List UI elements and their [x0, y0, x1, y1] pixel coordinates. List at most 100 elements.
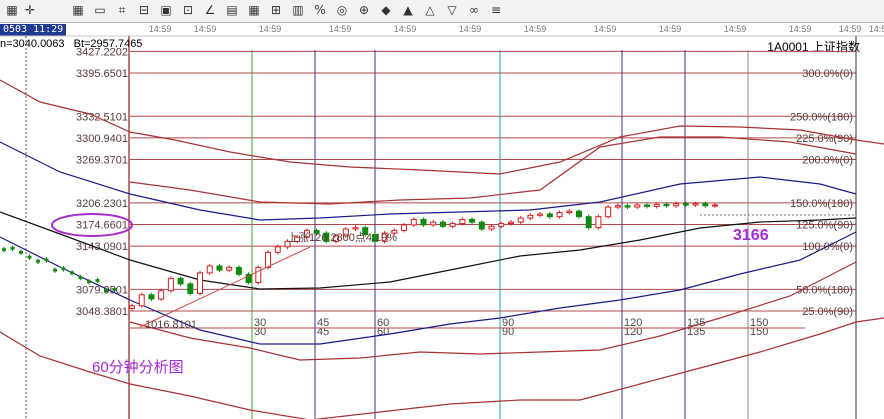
percent-level-label: 200.0%(0) — [802, 155, 853, 167]
toolbar-icon-9[interactable]: ▦ — [246, 2, 262, 18]
candle-body — [653, 203, 660, 207]
crosshair-icon[interactable]: ✛ — [22, 2, 38, 18]
candle-body — [614, 205, 621, 208]
time-tick-label: 14:59 — [524, 24, 547, 34]
percent-level-label: 50.0%(180) — [796, 284, 853, 296]
candle-body — [87, 280, 91, 284]
candle-body — [478, 221, 485, 230]
price-level-label: 3174.6601 — [76, 219, 128, 231]
candle-body — [216, 265, 223, 271]
candle-body — [702, 203, 709, 207]
candle-body — [206, 265, 213, 274]
candle-body — [410, 218, 417, 226]
candle-body — [575, 210, 582, 218]
toolbar-icon-18[interactable]: ▽ — [444, 2, 460, 18]
percent-level-label: 150.0%(180) — [790, 198, 853, 210]
percent-level-label: 300.0%(0) — [802, 68, 853, 80]
toolbar-icon-13[interactable]: ◎ — [334, 2, 350, 18]
candle-body — [595, 216, 602, 229]
percent-level-label: 125.0%(90) — [796, 219, 853, 231]
candle-body — [352, 227, 359, 230]
time-tick-label: 14:59 — [394, 24, 417, 34]
time-tick-label: 14:59 — [869, 24, 884, 34]
toolbar-icon-4[interactable]: ⊟ — [136, 2, 152, 18]
candle-body — [556, 212, 563, 218]
candle-body — [712, 204, 718, 207]
candle-body — [566, 210, 573, 214]
toolbar-icon-16[interactable]: ▲ — [400, 2, 416, 18]
candle-body — [78, 276, 83, 280]
price-chart: 3427.22023395.6501 300.0%(0)3332.5101 250.… — [0, 24, 884, 419]
toolbar-icon-3[interactable]: ⌗ — [114, 2, 130, 18]
toolbar-icon-14[interactable]: ⊕ — [356, 2, 372, 18]
candle-body — [449, 223, 456, 227]
toolbar-icon-10[interactable]: ⊞ — [268, 2, 284, 18]
candle-body — [19, 250, 23, 254]
candle-body — [27, 255, 32, 259]
price-level-label: 3269.3701 — [76, 155, 128, 167]
candle-body — [517, 217, 524, 223]
toolbar-icon-12[interactable]: % — [312, 2, 328, 18]
toolbar-icon-8[interactable]: ▤ — [224, 2, 240, 18]
candle-body — [634, 204, 641, 208]
toolbar: ▦ ✛ ▦ ▭ ⌗ ⊟ ▣ ⊡ ∠ ▤ ▦ ⊞ ▥% ◎ ⊕ ◆ ▲ △ ▽ ∞ ≡ — [0, 0, 884, 23]
toolbar-icon-7[interactable]: ∠ — [202, 2, 218, 18]
candle-body — [682, 203, 689, 206]
toolbar-icon-17[interactable]: △ — [422, 2, 438, 18]
toolbar-icon-19[interactable]: ∞ — [466, 2, 482, 18]
time-tick-label: 14:59 — [459, 24, 482, 34]
toolbar-icon-2[interactable]: ▭ — [92, 2, 108, 18]
candle-body — [469, 218, 476, 223]
toolbar-icon-6[interactable]: ⊡ — [180, 2, 196, 18]
time-tick-label: 14:59 — [839, 24, 862, 34]
candle-body — [488, 225, 495, 230]
candle-body — [692, 203, 699, 206]
price-level-label: 3048.3801 — [76, 306, 128, 318]
candle-body — [430, 221, 437, 226]
candle-body — [585, 216, 592, 229]
candle-body — [420, 218, 427, 226]
candle-body — [663, 203, 670, 207]
toolbar-icon-1[interactable]: ▦ — [70, 2, 86, 18]
time-tick-label: 14:59 — [789, 24, 812, 34]
candle-body — [148, 294, 155, 300]
chart-title: 60分钟分析图 — [92, 359, 184, 376]
time-tick-label: 14:59 — [194, 24, 217, 34]
candle-body — [112, 287, 117, 291]
time-tick-label: 14:59 — [659, 24, 682, 34]
time-tick-label: 14:59 — [329, 24, 352, 34]
candle-body — [70, 271, 74, 275]
time-tick-label: 14:59 — [724, 24, 747, 34]
grid-icon[interactable]: ▦ — [4, 2, 20, 18]
candle-body — [167, 277, 174, 292]
percent-level-label: 25.0%(90) — [802, 306, 853, 318]
candle-body — [226, 266, 233, 271]
candle-body — [255, 266, 262, 283]
price-level-label: 3395.6501 — [76, 68, 128, 80]
toolbar-icon-11[interactable]: ▥ — [290, 2, 306, 18]
candle-body — [61, 267, 66, 271]
candle-body — [53, 268, 57, 272]
trend-line — [139, 246, 311, 328]
candle-body — [274, 246, 281, 253]
candle-body — [546, 213, 553, 218]
candle-body — [138, 294, 145, 307]
candle-body — [187, 283, 194, 294]
candle-body — [459, 218, 466, 225]
percent-level-label: 250.0%(180) — [790, 111, 853, 123]
candle-body — [158, 290, 165, 300]
candle-body — [129, 305, 135, 310]
price-level-label: 3427.2202 — [76, 46, 128, 58]
price-level-label: 3300.9401 — [76, 133, 128, 145]
toolbar-icon-5[interactable]: ▣ — [158, 2, 174, 18]
candle-body — [197, 272, 204, 294]
toolbar-icon-20[interactable]: ≡ — [488, 2, 504, 18]
candle-body — [673, 203, 680, 207]
candle-body — [605, 206, 612, 218]
rise-annotation: 上涨126.2800点4.19% — [287, 231, 397, 244]
candle-body — [36, 259, 40, 263]
candle-body — [401, 224, 408, 231]
toolbar-icon-15[interactable]: ◆ — [378, 2, 394, 18]
candle-body — [643, 204, 650, 207]
candle-body — [527, 214, 534, 219]
